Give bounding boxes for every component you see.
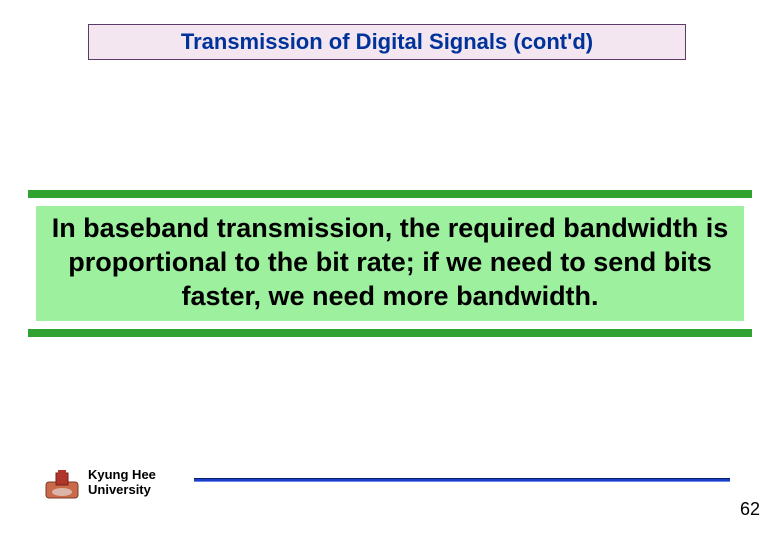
university-logo-icon <box>44 470 80 500</box>
university-name: Kyung Hee University <box>88 468 156 498</box>
callout-inner: In baseband transmission, the required b… <box>36 206 744 321</box>
footer: Kyung Hee University 62 <box>44 466 760 514</box>
title-bar: Transmission of Digital Signals (cont'd) <box>88 24 686 60</box>
university-name-line2: University <box>88 483 156 498</box>
page-number: 62 <box>740 499 760 520</box>
callout-box: In baseband transmission, the required b… <box>28 190 752 337</box>
slide-title: Transmission of Digital Signals (cont'd) <box>181 29 593 55</box>
university-name-line1: Kyung Hee <box>88 468 156 483</box>
footer-divider <box>194 478 730 482</box>
callout-text: In baseband transmission, the required b… <box>40 212 740 313</box>
